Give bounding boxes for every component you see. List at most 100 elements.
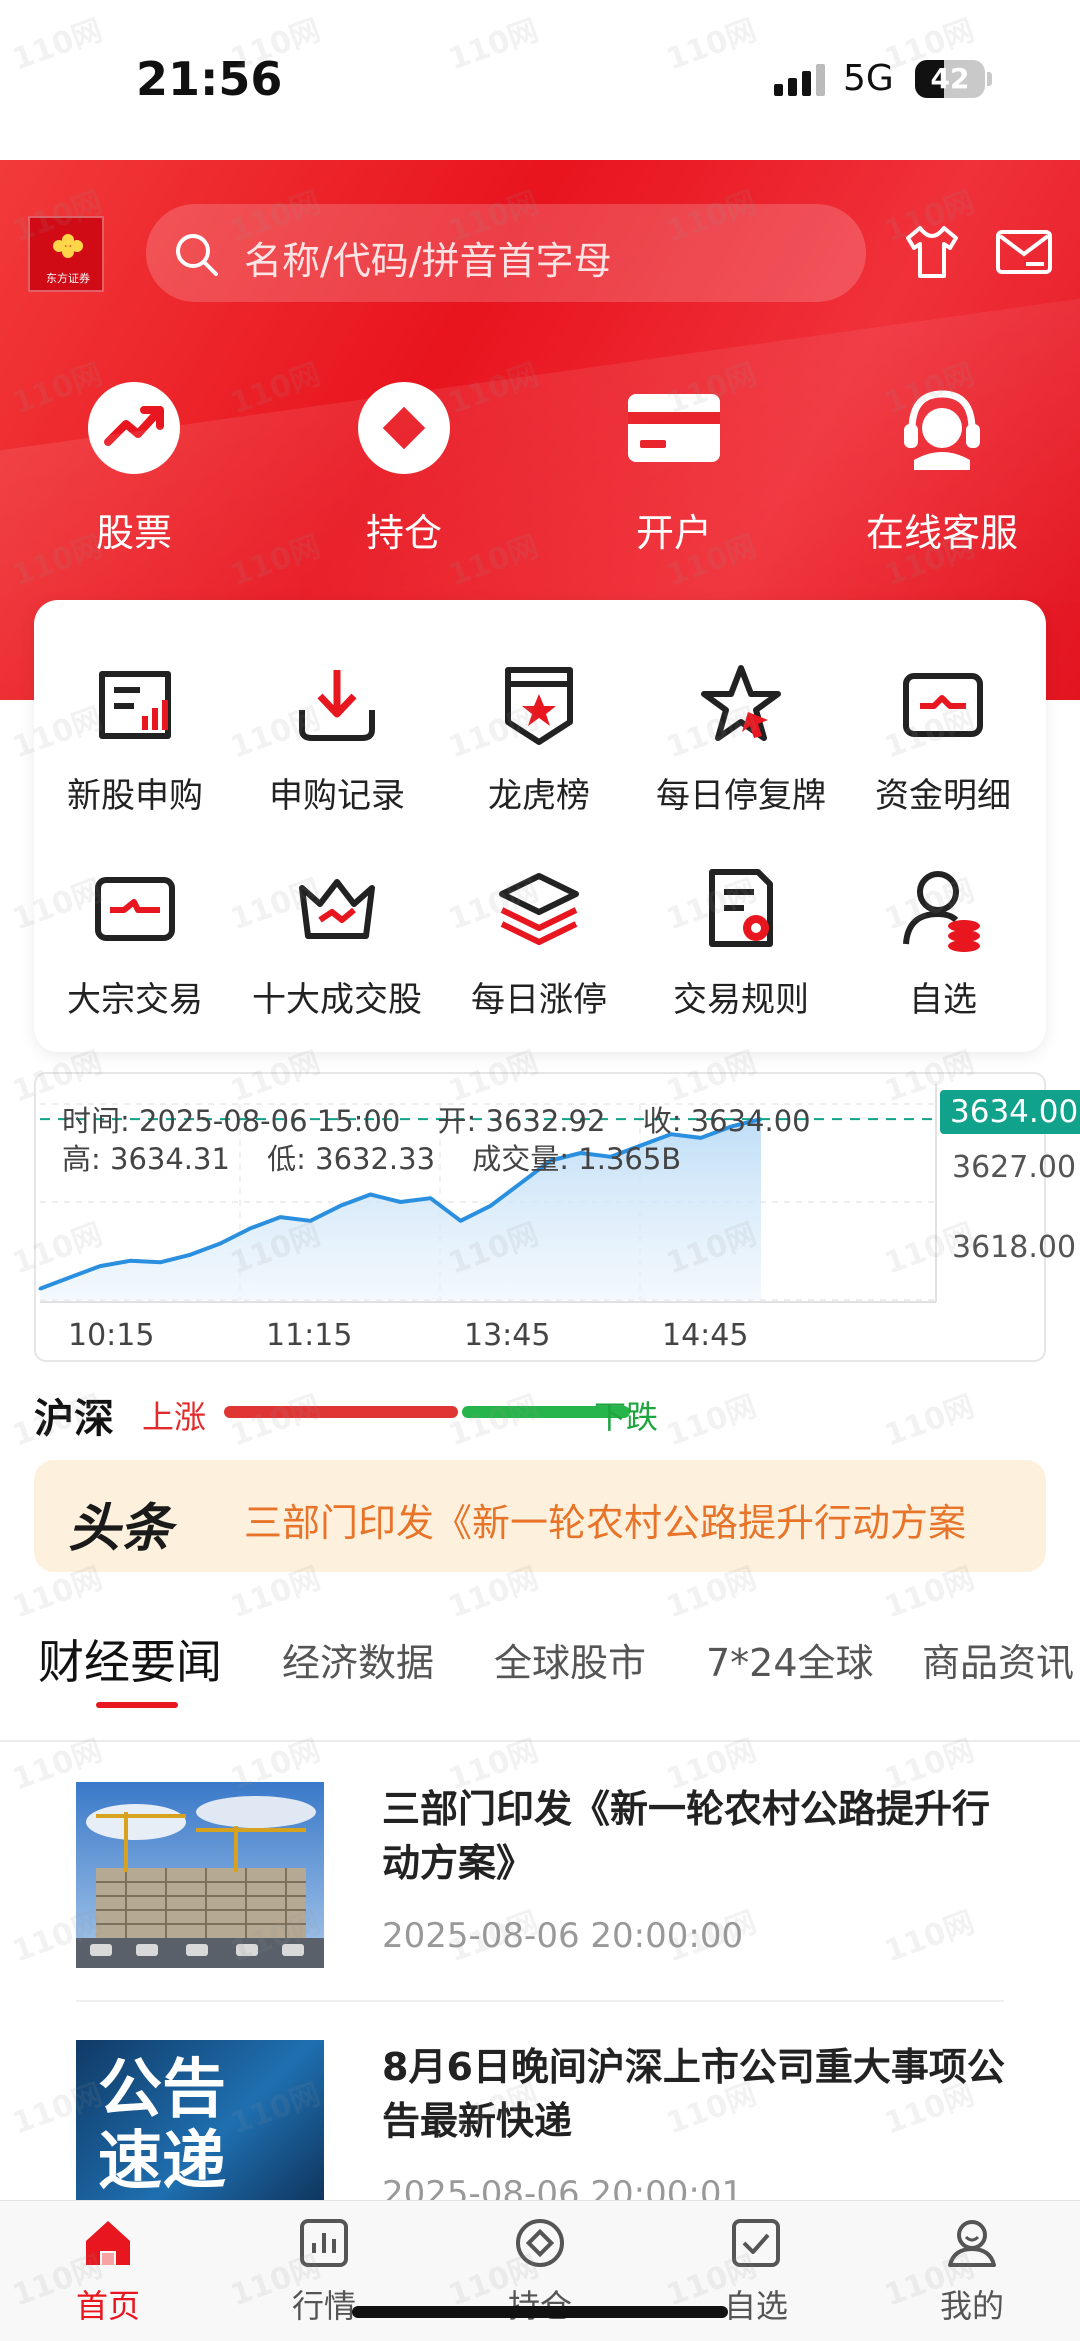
status-time: 21:56	[136, 52, 283, 106]
menu-label: 申购记录	[269, 776, 405, 816]
chart-point	[308, 1219, 312, 1223]
breadth-up-bar	[224, 1406, 458, 1418]
card-icon	[628, 394, 720, 462]
badge-star-icon	[505, 667, 573, 745]
chart-point	[68, 1275, 72, 1279]
divider	[0, 1740, 1080, 1742]
last-price-badge: 3634.00	[940, 1090, 1080, 1134]
chart-point	[338, 1204, 342, 1208]
chart-point	[188, 1253, 192, 1257]
breadth-down-label: 下跌	[594, 1398, 659, 1436]
menu-subscribe-records[interactable]: 申购记录	[236, 660, 438, 817]
quick-action-support[interactable]: 在线客服	[842, 380, 1042, 557]
rules-doc-icon	[709, 869, 773, 947]
headline-banner[interactable]: 头条 三部门印发《新一轮农村公路提升行动方案	[34, 1460, 1046, 1572]
feature-menu-card: 新股申购 申购记录 龙虎榜 每日停复牌 资金明细 大宗交易 十大成交股 每日涨停…	[34, 600, 1046, 1052]
headline-tag: 头条	[68, 1499, 173, 1559]
news-time: 2025-08-06 20:00:01	[382, 2174, 744, 2200]
chart-point	[248, 1226, 252, 1230]
tab-global-24h[interactable]: 7*24全球	[706, 1632, 874, 1687]
news-tabs: 财经要闻 经济数据 全球股市 7*24全球 商品资讯	[0, 1618, 1080, 1738]
quick-action-label: 在线客服	[865, 511, 1018, 555]
news-time: 2025-08-06 20:00:00	[382, 1916, 744, 1956]
news-item[interactable]: 公告速递 8月6日晚间沪深上市公司重大事项公告最新快递 2025-08-06 2…	[76, 2040, 1006, 2200]
chart-point	[399, 1200, 402, 1204]
crown-icon	[299, 879, 375, 939]
checkbox-icon	[732, 2219, 780, 2267]
menu-daily-suspension[interactable]: 每日停复牌	[640, 660, 842, 817]
menu-daily-limit-up[interactable]: 每日涨停	[438, 864, 640, 1021]
index-chart[interactable]: 时间: 2025-08-06 15:00 开: 3632.92 收: 3634.…	[34, 1072, 1080, 1362]
quick-action-holdings[interactable]: 持仓	[304, 380, 504, 557]
download-tray-icon	[299, 670, 375, 741]
chart-point	[38, 1287, 42, 1291]
market-breadth[interactable]: 沪深 上涨 下跌	[34, 1382, 1046, 1442]
nav-home[interactable]: 首页	[38, 2215, 178, 2327]
user-coins-icon	[903, 871, 980, 952]
menu-label: 每日涨停	[471, 980, 607, 1020]
chart-point	[278, 1215, 282, 1219]
x-tick-label: 14:45	[662, 1318, 749, 1353]
menu-top-ten-traded[interactable]: 十大成交股	[236, 864, 438, 1021]
chart-point	[98, 1264, 102, 1268]
headline-text: 三部门印发《新一轮农村公路提升行动方案	[244, 1501, 967, 1545]
menu-label: 大宗交易	[67, 980, 203, 1020]
bottom-nav: 首页 行情 持仓 自选 我的	[0, 2200, 1080, 2341]
tab-global-markets[interactable]: 全球股市	[494, 1632, 646, 1687]
logo-mark-icon	[53, 234, 83, 258]
news-thumbnail	[76, 1782, 324, 1968]
chart-point	[489, 1204, 493, 1208]
chart-point	[218, 1242, 222, 1245]
search-input[interactable]: 名称/代码/拼音首字母	[146, 204, 866, 302]
chart-point	[459, 1219, 463, 1223]
tab-economic-data[interactable]: 经济数据	[282, 1632, 434, 1687]
mail-icon[interactable]	[996, 230, 1052, 276]
nav-label: 持仓	[470, 2281, 610, 2327]
quick-action-open-account[interactable]: 开户	[574, 380, 774, 557]
y-tick-label: 3618.00	[952, 1230, 1077, 1265]
home-indicator[interactable]	[352, 2306, 728, 2318]
x-tick-label: 11:15	[266, 1318, 353, 1353]
menu-label: 十大成交股	[252, 980, 422, 1020]
construction-photo	[76, 1782, 324, 1968]
quote-open: 开: 3632.92	[437, 1104, 606, 1138]
battery-nub	[987, 72, 992, 86]
y-tick-label: 3627.00	[952, 1150, 1077, 1185]
menu-dragon-tiger-list[interactable]: 龙虎榜	[438, 660, 640, 817]
tab-finance-news[interactable]: 财经要闻	[38, 1626, 222, 1692]
quote-low: 低: 3632.33	[267, 1142, 436, 1176]
star-cursor-icon	[701, 665, 781, 741]
chart-point	[429, 1196, 432, 1200]
menu-label: 每日停复牌	[656, 776, 826, 816]
search-icon	[176, 234, 218, 276]
diamond-icon	[516, 2219, 564, 2267]
news-title: 8月6日晚间沪深上市公司重大事项公告最新快递	[382, 2045, 1005, 2143]
headset-icon	[904, 390, 980, 470]
exchange-card-icon	[95, 877, 175, 941]
battery-icon: 42	[915, 60, 985, 98]
quote-volume: 成交量: 1.365B	[472, 1142, 682, 1176]
menu-trading-rules[interactable]: 交易规则	[640, 864, 842, 1021]
news-item[interactable]: 三部门印发《新一轮农村公路提升行动方案》 2025-08-06 20:00:00	[76, 1782, 1006, 1972]
quick-action-label: 开户	[635, 511, 712, 555]
layers-icon	[499, 873, 579, 945]
menu-watchlist[interactable]: 自选	[842, 864, 1044, 1021]
active-tab-indicator	[96, 1702, 178, 1708]
nav-profile[interactable]: 我的	[902, 2215, 1042, 2327]
tab-commodities[interactable]: 商品资讯	[922, 1632, 1074, 1687]
chart-point	[369, 1193, 372, 1196]
chart-point	[128, 1259, 132, 1263]
menu-block-trade[interactable]: 大宗交易	[34, 864, 236, 1021]
nav-label: 自选	[723, 2287, 788, 2325]
quote-line-1: 时间: 2025-08-06 15:00 开: 3632.92 收: 3634.…	[62, 1098, 839, 1140]
shirt-icon[interactable]	[902, 224, 962, 280]
menu-fund-details[interactable]: 资金明细	[842, 660, 1044, 817]
news-title: 三部门印发《新一轮农村公路提升行动方案》	[382, 1787, 991, 1885]
quick-action-stocks[interactable]: 股票	[34, 380, 234, 557]
diamond-icon	[358, 382, 450, 474]
app-logo[interactable]: 东方证券	[28, 216, 104, 292]
menu-ipo-subscribe[interactable]: 新股申购	[34, 660, 236, 817]
menu-label: 资金明细	[875, 776, 1011, 816]
quote-close: 收: 3634.00	[642, 1104, 811, 1138]
battery-level: 42	[930, 62, 970, 95]
